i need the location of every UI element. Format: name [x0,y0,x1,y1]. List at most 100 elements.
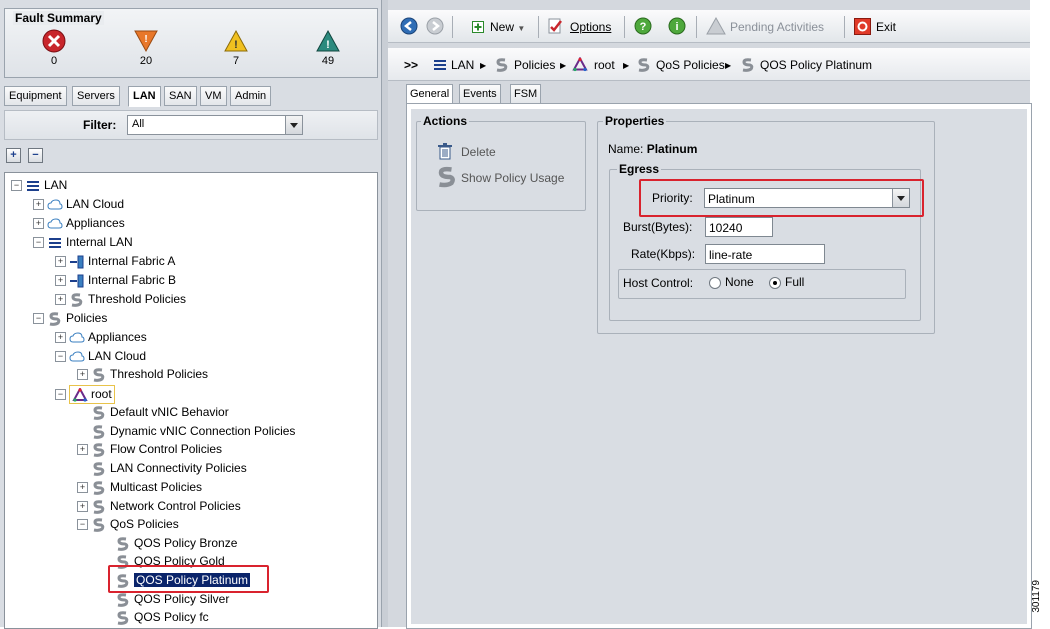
tree-node-policy-appliances[interactable]: + Appliances [55,329,147,346]
expand-icon[interactable]: + [55,294,66,306]
tree-node-flow-control[interactable]: + Flow Control Policies [77,441,222,458]
policy-icon [742,58,754,72]
tree-node-fabric-b[interactable]: + Internal Fabric B [55,272,176,289]
burst-input[interactable]: 10240 [705,217,773,237]
policy-icon [93,481,105,495]
host-control-none-radio[interactable]: None [709,275,754,289]
collapse-icon[interactable]: − [11,180,22,192]
expand-icon[interactable]: + [77,369,88,381]
breadcrumb-separator-icon: ▶ [725,61,732,70]
tree-node-network-control[interactable]: + Network Control Policies [77,498,241,515]
expand-icon[interactable]: + [77,482,88,494]
tree-node-policies[interactable]: − Policies [33,310,107,327]
tab-san[interactable]: SAN [164,86,197,106]
tree-node-multicast[interactable]: + Multicast Policies [77,479,202,496]
tree-node-lan-connectivity[interactable]: LAN Connectivity Policies [91,460,247,477]
delete-action[interactable]: Delete [461,145,496,159]
major-fault[interactable]: ! 20 [116,29,176,67]
tab-events[interactable]: Events [459,84,501,104]
rate-input[interactable]: line-rate [705,244,825,264]
name-label: Name: Platinum [608,142,698,156]
breadcrumb-policies[interactable]: Policies [514,58,555,72]
filter-select[interactable]: All [127,115,303,135]
tab-servers[interactable]: Servers [72,86,120,106]
tree-node-lan[interactable]: − LAN [11,177,67,194]
exit-button[interactable]: Exit [876,18,896,36]
warning-fault[interactable]: ! 49 [298,29,358,67]
svg-text:!: ! [234,39,238,51]
tree-node-threshold-policies[interactable]: + Threshold Policies [55,291,186,308]
chevron-down-icon[interactable] [285,116,302,134]
tab-admin[interactable]: Admin [230,86,272,106]
expand-icon[interactable]: + [77,501,88,513]
tree-node-internal-lan[interactable]: − Internal LAN [33,234,133,251]
collapse-icon[interactable]: − [33,313,44,325]
policy-icon [93,443,105,457]
tree-node-policy-threshold[interactable]: + Threshold Policies [77,366,208,383]
collapse-icon[interactable]: − [55,351,66,363]
host-control-full-radio[interactable]: Full [769,275,804,289]
tree-node-qos-fc[interactable]: QOS Policy fc [115,609,209,626]
critical-fault[interactable]: 0 [24,29,84,67]
radio-full-icon[interactable] [769,276,781,289]
tree-node-root[interactable]: − root [55,385,115,404]
pending-activities-button[interactable]: Pending Activities [730,18,824,36]
new-button[interactable]: New ▼ [490,18,525,36]
back-icon[interactable] [400,17,418,35]
pane-splitter[interactable] [381,0,388,627]
radio-none-icon[interactable] [709,276,721,289]
options-button[interactable]: Options [570,18,611,36]
show-policy-usage-action[interactable]: Show Policy Usage [461,171,564,185]
tree-node-fabric-a[interactable]: + Internal Fabric A [55,253,175,270]
expand-icon[interactable]: + [33,199,44,211]
expand-all-icon[interactable]: + [6,148,21,163]
lan-icon [49,237,61,248]
host-control-label: Host Control: [623,276,694,290]
tree-node-dynamic-vnic[interactable]: Dynamic vNIC Connection Policies [91,423,295,440]
collapse-icon[interactable]: − [33,237,44,249]
policy-icon [93,518,105,532]
policy-icon [496,58,508,72]
tab-fsm[interactable]: FSM [510,84,542,104]
tab-lan[interactable]: LAN [128,86,161,107]
figure-number: 301179 [1031,580,1042,613]
tab-vm[interactable]: VM [200,86,227,106]
properties-title: Properties [603,114,667,128]
svg-text:!: ! [144,34,147,45]
expand-icon[interactable]: + [55,332,66,344]
tree-node-qos-policies[interactable]: − QoS Policies [77,516,179,533]
tree-node-qos-silver[interactable]: QOS Policy Silver [115,591,229,608]
info-icon[interactable]: i [668,17,686,35]
tab-general[interactable]: General [406,84,454,105]
cloud-icon [69,351,85,362]
tree-node-qos-bronze[interactable]: QOS Policy Bronze [115,535,237,552]
expand-icon[interactable]: + [55,275,66,287]
options-icon [548,18,562,34]
tree-node-policy-lan-cloud[interactable]: − LAN Cloud [55,348,146,365]
minor-count: 7 [232,55,240,67]
selection-highlight [108,565,269,593]
breadcrumb-lan[interactable]: LAN [451,58,474,72]
svg-text:?: ? [640,21,647,33]
forward-icon[interactable] [426,17,444,35]
breadcrumb-qos-policies[interactable]: QoS Policies [656,58,725,72]
minor-fault[interactable]: ! 7 [206,29,266,67]
tree-node-lan-cloud[interactable]: + LAN Cloud [33,196,124,213]
expand-icon[interactable]: + [77,444,88,456]
collapse-all-icon[interactable]: − [28,148,43,163]
tree-node-appliances[interactable]: + Appliances [33,215,125,232]
breadcrumb-root[interactable]: root [594,58,615,72]
expand-icon[interactable]: + [55,256,66,268]
expand-icon[interactable]: + [33,218,44,230]
collapse-icon[interactable]: − [77,519,88,531]
fabric-icon [70,255,84,269]
policy-icon [438,166,455,188]
toolbar-separator [624,16,625,38]
toolbar-separator [538,16,539,38]
help-icon[interactable]: ? [634,17,652,35]
breadcrumb-qos-platinum[interactable]: QOS Policy Platinum [760,58,872,72]
filter-label: Filter: [83,118,117,132]
tab-equipment[interactable]: Equipment [4,86,67,106]
tree-node-default-vnic[interactable]: Default vNIC Behavior [91,404,229,421]
collapse-icon[interactable]: − [55,389,66,401]
